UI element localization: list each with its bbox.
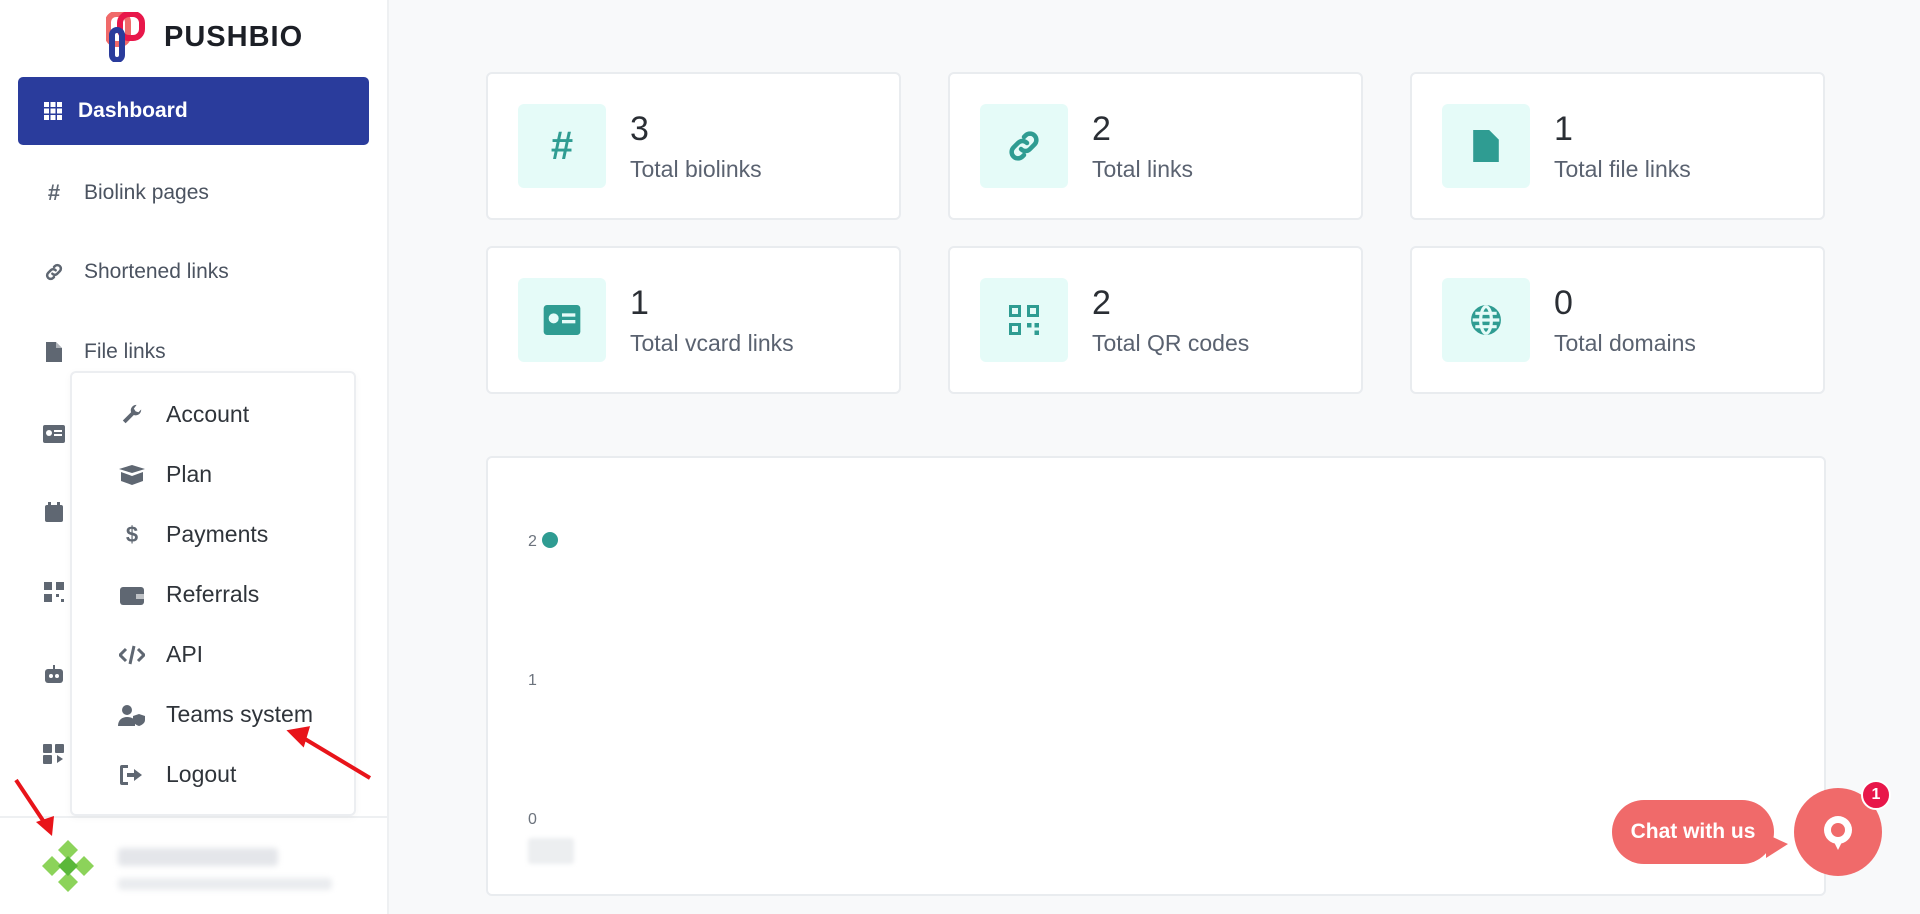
y-tick-label: 0 (528, 811, 537, 828)
dollar-icon: $ (125, 521, 139, 547)
menu-item-account[interactable]: Account (118, 401, 249, 428)
menu-item-logout[interactable]: Logout (118, 761, 236, 788)
menu-item-teams-system[interactable]: Teams system (118, 701, 313, 728)
sidebar-item-dashboard[interactable]: Dashboard (18, 77, 369, 145)
menu-item-plan[interactable]: Plan (118, 461, 212, 488)
stat-card-vcard-links[interactable]: 1 Total vcard links (486, 246, 901, 394)
stat-label: Total links (1092, 156, 1193, 182)
file-icon (1442, 104, 1530, 188)
chat-bubble-icon (1824, 816, 1852, 850)
menu-item-label: Payments (166, 521, 269, 547)
chat-with-us-button[interactable]: Chat with us (1612, 800, 1788, 864)
calendar-icon[interactable] (42, 500, 66, 524)
stat-card-biolinks[interactable]: # 3 Total biolinks (486, 72, 901, 220)
y-tick-label: 2 (528, 533, 537, 550)
menu-item-referrals[interactable]: Referrals (118, 581, 259, 608)
stat-label: Total domains (1554, 330, 1696, 356)
account-dropdown-menu: Account Plan $ Payments Referrals API Te… (70, 371, 356, 816)
hash-icon: # (47, 180, 61, 205)
stat-value: 2 (1092, 284, 1111, 322)
code-icon (118, 645, 146, 665)
stat-value: 1 (1554, 110, 1573, 148)
stat-card-qr-codes[interactable]: 2 Total QR codes (948, 246, 1363, 394)
menu-item-label: Teams system (166, 701, 313, 727)
stat-card-domains[interactable]: 0 Total domains (1410, 246, 1825, 394)
robot-icon[interactable] (42, 662, 66, 686)
sidebar-item-biolink-pages[interactable]: # Biolink pages (42, 180, 209, 206)
sidebar-item-file-links[interactable]: File links (42, 340, 166, 364)
chat-notification-badge: 1 (1861, 780, 1891, 810)
menu-item-label: Logout (166, 761, 237, 787)
brand-logo[interactable]: PUSHBIO (106, 12, 303, 62)
chat-label: Chat with us (1630, 820, 1756, 843)
stat-card-file-links[interactable]: 1 Total file links (1410, 72, 1825, 220)
stat-value: 0 (1554, 284, 1573, 322)
brand-name: PUSHBIO (164, 20, 304, 53)
qr-code-icon (980, 278, 1068, 362)
hash-icon: # (518, 104, 606, 188)
stat-value: 1 (630, 284, 649, 322)
avatar[interactable] (40, 838, 96, 894)
menu-item-payments[interactable]: $ Payments (118, 521, 268, 548)
stat-value: 2 (1092, 110, 1111, 148)
avatar-pattern-icon (42, 840, 94, 892)
data-point[interactable] (542, 532, 558, 548)
qr-code-icon[interactable] (42, 580, 66, 604)
wallet-icon (118, 585, 146, 605)
sidebar-item-label: File links (84, 340, 166, 363)
x-axis-label-blurred (528, 838, 574, 864)
stat-card-links[interactable]: 2 Total links (948, 72, 1363, 220)
menu-item-label: Account (166, 401, 250, 427)
globe-icon (1442, 278, 1530, 362)
stat-value: 3 (630, 110, 649, 148)
stat-label: Total file links (1554, 156, 1691, 182)
stat-label: Total vcard links (630, 330, 794, 356)
menu-item-label: Referrals (166, 581, 260, 607)
wrench-icon (118, 404, 146, 426)
y-tick-label: 1 (528, 672, 537, 689)
stat-label: Total QR codes (1092, 330, 1250, 356)
menu-item-label: API (166, 641, 204, 667)
user-email-blurred (118, 878, 332, 890)
user-divider (0, 816, 389, 818)
menu-item-api[interactable]: API (118, 641, 203, 668)
music-icon[interactable] (42, 742, 66, 766)
menu-item-label: Plan (166, 461, 213, 487)
user-name-blurred (118, 848, 278, 866)
stat-label: Total biolinks (630, 156, 762, 182)
sidebar-item-label: Shortened links (84, 260, 229, 283)
sidebar-item-label: Biolink pages (84, 181, 209, 204)
user-shield-icon (118, 704, 146, 726)
grid-icon (44, 102, 62, 120)
pushbio-logo-icon (106, 12, 145, 62)
sidebar-item-label: Dashboard (78, 99, 188, 122)
link-icon (980, 104, 1068, 188)
box-icon (118, 464, 146, 485)
vcard-icon (518, 278, 606, 362)
link-icon (42, 262, 66, 282)
vcard-icon[interactable] (42, 422, 66, 446)
file-icon (42, 342, 66, 362)
sidebar-item-shortened-links[interactable]: Shortened links (42, 260, 229, 284)
logout-icon (118, 764, 146, 785)
